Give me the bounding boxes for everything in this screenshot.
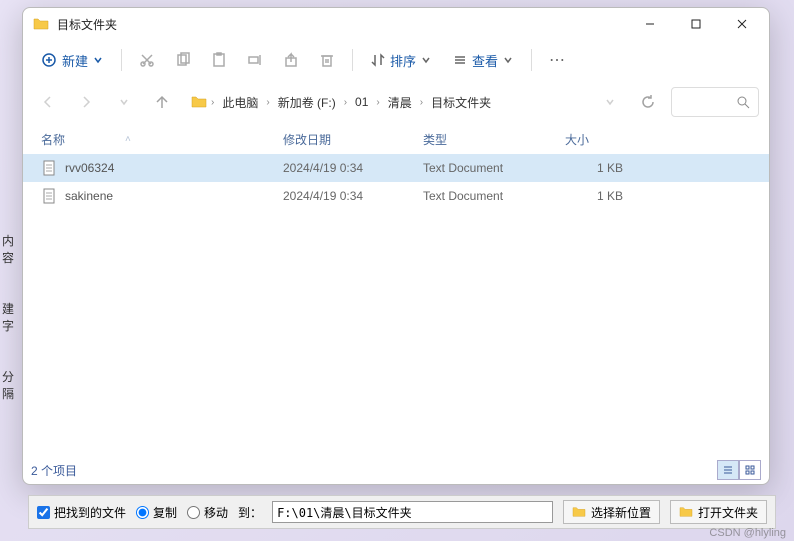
more-button[interactable]: ⋯ [542,45,572,75]
explorer-window: 目标文件夹 新建 排序 查看 ⋯ [22,7,770,485]
radio-label: 复制 [153,504,177,521]
to-label: 到： [238,504,262,521]
breadcrumb-item[interactable]: 新加卷 (F:) [274,92,340,113]
folder-icon [191,95,207,109]
sort-label: 排序 [390,51,416,70]
found-files-checkbox[interactable]: 把找到的文件 [37,504,126,521]
folder-icon [33,17,49,31]
action-bar: 把找到的文件 复制 移动 到： 选择新位置 打开文件夹 [28,495,776,529]
chevron-right-icon: › [211,97,214,108]
chevron-down-icon [503,55,513,65]
sort-icon [371,53,385,67]
button-label: 选择新位置 [591,504,651,521]
column-name[interactable]: 名称˄ [41,131,283,148]
details-view-button[interactable] [717,460,739,480]
chevron-right-icon: › [266,97,269,108]
text-file-icon [41,188,57,204]
view-label: 查看 [472,51,498,70]
list-icon [453,53,467,67]
plus-circle-icon [41,52,57,68]
chevron-right-icon: › [344,97,347,108]
choose-location-button[interactable]: 选择新位置 [563,500,660,524]
watermark: CSDN @hlyling [709,527,786,539]
maximize-button[interactable] [673,9,719,39]
file-list: rvv06324 2024/4/19 0:34 Text Document 1 … [23,154,769,456]
separator [352,49,353,71]
sort-indicator-icon: ˄ [125,134,131,145]
checkbox-label: 把找到的文件 [54,504,126,521]
separator [531,49,532,71]
bg-label: 分隔 [0,366,20,404]
destination-path-input[interactable] [272,501,553,523]
separator [121,49,122,71]
forward-button[interactable] [71,87,101,117]
refresh-button[interactable] [633,87,663,117]
rename-button[interactable] [240,45,270,75]
file-row[interactable]: rvv06324 2024/4/19 0:34 Text Document 1 … [23,154,769,182]
bg-label: 内容 [0,230,20,268]
titlebar: 目标文件夹 [23,8,769,40]
open-folder-button[interactable]: 打开文件夹 [670,500,767,524]
address-dropdown[interactable] [595,87,625,117]
minimize-button[interactable] [627,9,673,39]
column-size[interactable]: 大小 [565,131,629,148]
back-button[interactable] [33,87,63,117]
address-bar[interactable]: › 此电脑 › 新加卷 (F:) › 01 › 清晨 › 目标文件夹 [185,87,587,117]
search-icon [736,95,750,109]
chevron-right-icon: › [420,97,423,108]
file-date: 2024/4/19 0:34 [283,189,423,203]
status-bar: 2 个项目 [23,456,769,484]
new-button[interactable]: 新建 [33,44,111,76]
chevron-down-icon [421,55,431,65]
radio-label: 移动 [204,504,228,521]
text-file-icon [41,160,57,176]
file-name: sakinene [65,189,113,203]
file-type: Text Document [423,161,565,175]
file-size: 1 KB [565,161,629,175]
cut-button[interactable] [132,45,162,75]
share-button[interactable] [276,45,306,75]
move-radio[interactable]: 移动 [187,504,228,521]
item-count: 2 个项目 [31,462,77,479]
icons-view-button[interactable] [739,460,761,480]
new-label: 新建 [62,51,88,70]
file-size: 1 KB [565,189,629,203]
bg-label: 建字 [0,298,20,336]
breadcrumb-item[interactable]: 目标文件夹 [427,92,495,113]
folder-icon [679,506,693,518]
paste-button[interactable] [204,45,234,75]
sort-button[interactable]: 排序 [363,44,439,76]
column-type[interactable]: 类型 [423,131,565,148]
delete-button[interactable] [312,45,342,75]
file-type: Text Document [423,189,565,203]
search-input[interactable] [671,87,759,117]
file-name: rvv06324 [65,161,114,175]
file-date: 2024/4/19 0:34 [283,161,423,175]
up-button[interactable] [147,87,177,117]
chevron-down-icon [93,55,103,65]
button-label: 打开文件夹 [698,504,758,521]
close-button[interactable] [719,9,765,39]
breadcrumb-item[interactable]: 01 [351,93,372,111]
toolbar: 新建 排序 查看 ⋯ [23,40,769,80]
copy-button[interactable] [168,45,198,75]
breadcrumb-item[interactable]: 此电脑 [218,92,262,113]
column-headers: 名称˄ 修改日期 类型 大小 [23,124,769,154]
recent-button[interactable] [109,87,139,117]
column-date[interactable]: 修改日期 [283,131,423,148]
breadcrumb-item[interactable]: 清晨 [384,92,416,113]
view-button[interactable]: 查看 [445,44,521,76]
file-row[interactable]: sakinene 2024/4/19 0:34 Text Document 1 … [23,182,769,210]
folder-icon [572,506,586,518]
window-title: 目标文件夹 [57,16,627,33]
chevron-right-icon: › [376,97,379,108]
navbar: › 此电脑 › 新加卷 (F:) › 01 › 清晨 › 目标文件夹 [23,80,769,124]
copy-radio[interactable]: 复制 [136,504,177,521]
